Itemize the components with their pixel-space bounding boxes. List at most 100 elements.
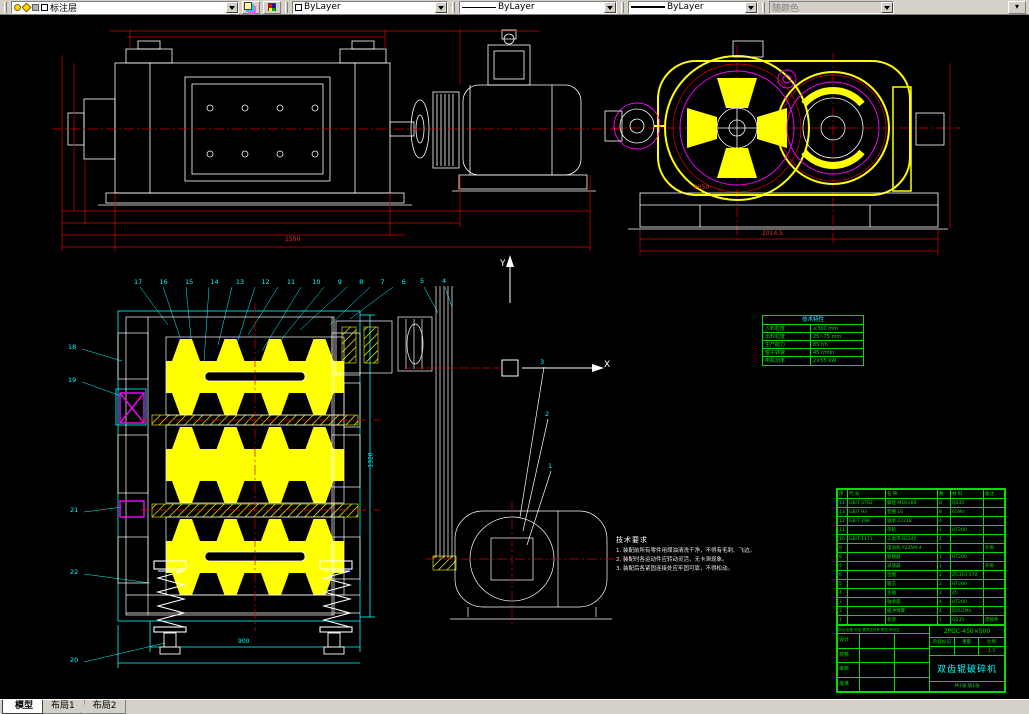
bom-note [984,517,1004,525]
spec-value: ≤300 mm [813,326,839,332]
dropdown-arrow-icon[interactable] [604,1,616,13]
dropdown-arrow-icon[interactable] [435,1,447,13]
bom-name: 辊芯 [886,580,938,588]
spec-row: 出料粒度 25~75 mm [763,333,863,341]
bom-name: 轴承座 [886,598,938,606]
bom-note [984,535,1004,543]
signature-row: 校核 [838,648,930,663]
layer-combo[interactable]: 标注层 [11,0,239,14]
tab-layout1[interactable]: 布局1 [38,700,85,714]
bom-qty: 4 [938,535,951,543]
layer-lock-icon[interactable] [32,3,39,11]
linetype-control-combo[interactable]: ByLayer [459,0,617,14]
bom-row: 1 机架 1 Q235 焊接件 [838,616,1004,625]
dim-roller-width: 900 [238,638,250,645]
end-view [604,40,960,255]
weight-value [955,647,980,656]
part-callout: 13 [235,278,245,286]
bom-name: 轴承 22218 [886,517,938,525]
title-area: 2PGC-450×500 阶段标记 重量 比例 1:5 双齿辊破碎机 共1张 第… [930,626,1004,691]
bom-qty: 2 [938,571,951,579]
part-callout: 17 [134,278,143,286]
spec-value: 85 t/h [813,342,828,348]
bom-code [848,580,886,588]
toolbar-overflow-button[interactable]: ▾ [1008,0,1026,14]
plotstyle-control-combo: 随颜色 [769,0,894,14]
bom-row: 3 轴承座 4 HT200 [838,598,1004,607]
layers-icon [244,1,252,10]
bom-row: 10 GB/T 1171 三角带 B2240 4 [838,535,1004,544]
toolbar-grip[interactable] [285,1,288,13]
toolbar-grip[interactable] [762,1,765,13]
part-callout: 15 [184,278,194,286]
signature-date-cell [895,634,930,648]
bom-code: GB/T 5782 [848,499,886,507]
part-callout: 1 [548,462,553,470]
spec-value: 25~75 mm [813,334,842,340]
spec-row: 辊子转速 45 r/min [763,349,863,357]
spec-value: 2×55 kW [813,358,837,364]
toolbar-grip[interactable] [621,1,624,13]
bom-row: 2 缓冲弹簧 4 60Si2Mn [838,607,1004,616]
signature-name-cell [860,648,895,662]
bom-note [984,580,1004,588]
dropdown-arrow-icon [881,1,893,13]
dropdown-arrow-icon[interactable] [226,1,238,13]
spec-table: 技术特性 入料粒度 ≤300 mm 出料粒度 25~75 mm 生产能力 85 … [762,315,864,366]
weight-label: 重量 [955,638,980,647]
toolbar-grip[interactable] [4,1,7,13]
bom-name: 主轴 [886,589,938,597]
bom-row: 9 电动机 Y225M-4 1 外购 [838,544,1004,553]
bom-header-qty: 数 [938,490,951,498]
part-callout: 19 [68,376,77,384]
autocad-window: 标注层 ByLayer ByLayer ByLayer 随颜色 ▾ Y X 15… [0,0,1029,714]
bom-qty: 1 [938,562,951,570]
model-space-canvas[interactable]: Y X 1500 2014.5 Φ650 900 1320 17 16 15 14 13… [0,15,1029,699]
bom-qty: 1 [938,616,951,624]
bom-code [848,571,886,579]
part-callout: 10 [312,278,321,286]
technical-notes-title: 技术要求 [616,536,648,544]
layer-properties-button[interactable] [242,0,260,14]
bom-note [984,526,1004,534]
part-callout: 6 [401,278,406,286]
lineweight-control-combo[interactable]: ByLayer [628,0,758,14]
signature-name-cell [860,634,895,648]
bom-note [984,499,1004,507]
signature-label: 审核 [838,663,860,677]
bom-code [848,544,886,552]
bom-note: 外购 [985,546,994,551]
tab-layout2[interactable]: 布局2 [79,700,127,714]
layer-on-icon[interactable] [14,3,21,11]
make-layer-current-button[interactable] [263,0,281,14]
signature-date-cell [895,663,930,677]
bom-mat [951,517,984,525]
bom-no: 11 [838,526,848,534]
technical-notes: 技术要求 1. 装配前所有零件用煤油清洗干净，不得有毛刺、飞边。 2. 装配时各… [616,535,784,573]
dim-roller-dia: Φ650 [693,184,710,191]
bom-no: 3 [838,598,848,606]
part-callout: 3 [540,358,545,366]
bom-note [984,553,1004,561]
bom-table: 14 GB/T 5782 螺栓 M16×60 8 Q235 13 GB/T 93… [838,499,1004,625]
bom-no: 12 [838,517,848,525]
bom-mat: HT200 [951,526,984,534]
bom-mat [951,562,984,570]
bom-name: 联轴器 [886,553,938,561]
part-callout: 18 [68,343,77,351]
bom-code [848,562,886,570]
title-labels-row: 阶段标记 重量 比例 [930,638,1004,647]
color-control-combo[interactable]: ByLayer [292,0,448,14]
plotstyle-combo-value: 随颜色 [772,3,800,14]
tab-model[interactable]: 模型 [2,700,44,714]
toolbar-grip[interactable] [452,1,455,13]
title-block: 序 代 号 名 称 数 材 料 备注 14 GB/T 5782 螺栓 M16×6… [836,488,1006,693]
bom-no: 10 [838,535,848,543]
bom-row: 13 GB/T 93 垫圈 16 8 65Mn [838,508,1004,517]
signature-name-cell [860,677,895,691]
bom-code [848,616,886,624]
dropdown-arrow-icon[interactable] [745,1,757,13]
signature-date-cell [895,649,930,663]
bom-note: 焊接件 [985,618,999,623]
layer-freeze-icon[interactable] [21,2,32,12]
